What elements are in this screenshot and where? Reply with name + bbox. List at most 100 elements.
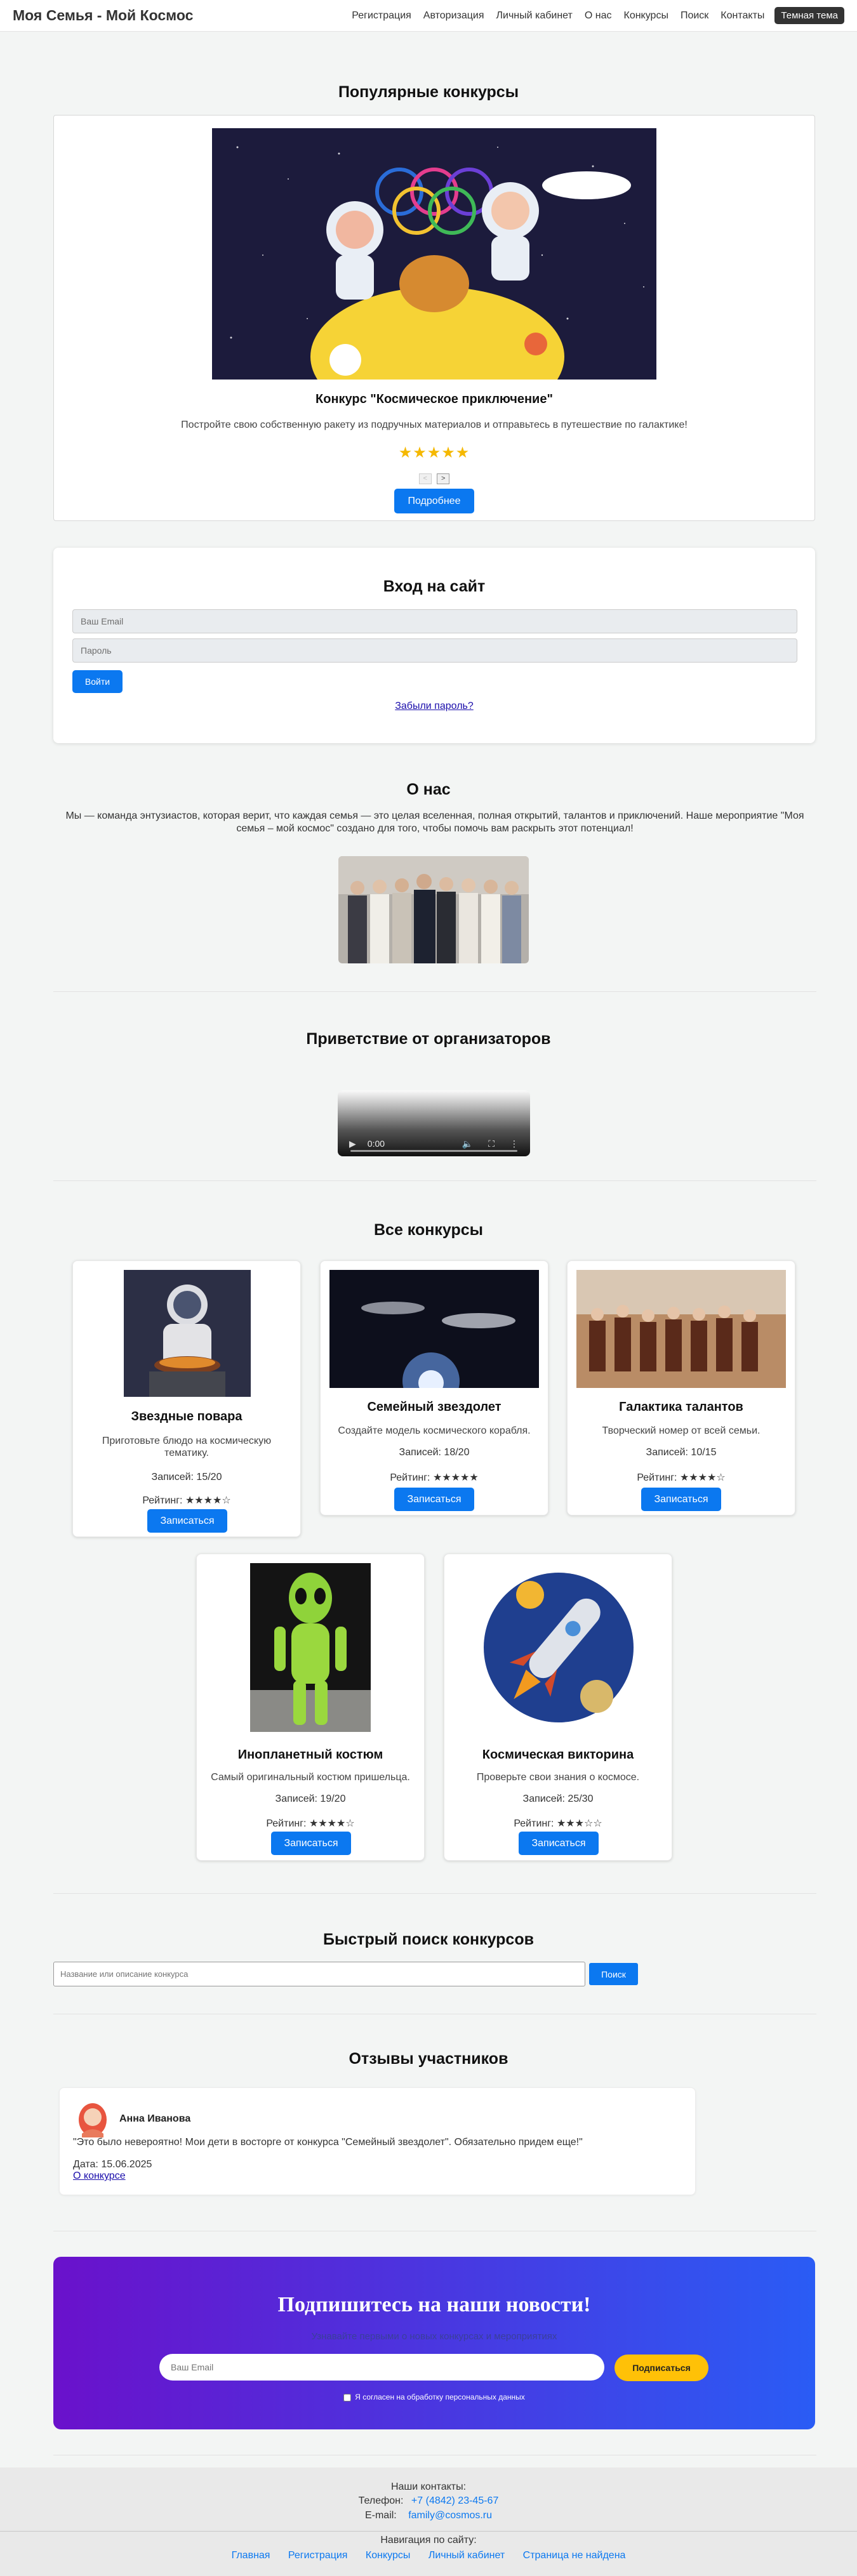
- contest-signup-button[interactable]: Записаться: [519, 1832, 599, 1855]
- video-controls: ▶ 0:00 🔈 ⛶ ⋮: [338, 1131, 530, 1156]
- contest-description: Создайте модель космического корабля.: [338, 1425, 531, 1436]
- contest-card: Инопланетный костюм Самый оригинальный к…: [196, 1554, 425, 1861]
- contest-signup-button[interactable]: Записаться: [641, 1488, 721, 1511]
- greeting-video[interactable]: ▶ 0:00 🔈 ⛶ ⋮: [338, 1090, 530, 1156]
- popular-carousel: Конкурс "Космическое приключение" Постро…: [53, 115, 815, 521]
- nav-link-login[interactable]: Авторизация: [423, 10, 484, 22]
- contest-image-family-starship: [329, 1270, 539, 1388]
- contest-description: Самый оригинальный костюм пришельца.: [211, 1772, 410, 1783]
- space-adventure-image: [212, 128, 656, 380]
- review-text: "Это было невероятно! Мои дети в восторг…: [73, 2137, 583, 2148]
- popular-contest-description: Постройте свою собственную ракету из под…: [181, 419, 688, 430]
- contest-rating: Рейтинг: ★★★★☆: [142, 1495, 231, 1506]
- login-submit-button[interactable]: Войти: [72, 670, 123, 693]
- contest-image-star-chefs: [124, 1270, 251, 1397]
- about-text: Мы — команда энтузиастов, которая верит,…: [65, 810, 804, 834]
- consent-row: Я согласен на обработку персональных дан…: [53, 2393, 815, 2401]
- greeting-heading: Приветствие от организаторов: [306, 1030, 551, 1048]
- contest-title: Семейный звездолет: [367, 1400, 502, 1414]
- contest-card: Космическая викторина Проверьте свои зна…: [444, 1554, 672, 1861]
- popular-contest-rating: ★★★★★: [398, 444, 470, 461]
- footer-link-not-found[interactable]: Страница не найдена: [523, 2550, 626, 2561]
- footer-phone-label: Телефон:: [358, 2495, 404, 2506]
- newsletter-email-input[interactable]: [159, 2354, 604, 2381]
- dark-theme-button[interactable]: Темная тема: [774, 7, 844, 24]
- about-heading: О нас: [406, 781, 451, 798]
- contest-description: Творческий номер от всей семьи.: [602, 1425, 761, 1436]
- nav-link-contests[interactable]: Конкурсы: [624, 10, 668, 22]
- contest-signup-button[interactable]: Записаться: [147, 1509, 227, 1533]
- fullscreen-icon[interactable]: ⛶: [488, 1139, 495, 1149]
- login-form: Вход на сайт Войти Забыли пароль?: [53, 548, 815, 743]
- footer-phone-row: Телефон: +7 (4842) 23-45-67: [0, 2495, 857, 2507]
- carousel-prev-button[interactable]: <: [418, 473, 432, 484]
- footer-link-home[interactable]: Главная: [232, 2550, 270, 2561]
- more-options-icon[interactable]: ⋮: [510, 1139, 519, 1149]
- site-logo[interactable]: Моя Семья - Мой Космос: [13, 7, 193, 24]
- footer-email-link[interactable]: family@cosmos.ru: [408, 2510, 492, 2521]
- contest-card: Галактика талантов Творческий номер от в…: [567, 1260, 795, 1516]
- carousel-controls: < >: [54, 472, 814, 484]
- divider: [53, 1893, 816, 1894]
- play-icon[interactable]: ▶: [349, 1139, 356, 1149]
- newsletter-block: Подпишитесь на наши новости! Узнавайте п…: [53, 2257, 815, 2429]
- contest-title: Космическая викторина: [482, 1748, 634, 1762]
- consent-checkbox[interactable]: [343, 2393, 352, 2401]
- site-header: Моя Семья - Мой Космос Регистрация Автор…: [0, 0, 857, 32]
- contest-signup-button[interactable]: Записаться: [394, 1488, 474, 1511]
- popular-more-button[interactable]: Подробнее: [394, 489, 474, 513]
- team-photo: [338, 856, 529, 963]
- footer-phone-link[interactable]: +7 (4842) 23-45-67: [411, 2495, 498, 2506]
- contest-card: Звездные повара Приготовьте блюдо на кос…: [72, 1260, 301, 1537]
- search-button[interactable]: Поиск: [589, 1963, 638, 1985]
- contest-rating: Рейтинг: ★★★☆☆: [514, 1818, 602, 1829]
- footer-divider: [0, 2531, 857, 2532]
- forgot-password-link[interactable]: Забыли пароль?: [53, 701, 815, 712]
- nav-link-register[interactable]: Регистрация: [352, 10, 411, 22]
- newsletter-title: Подпишитесь на наши новости!: [277, 2293, 591, 2316]
- contest-card: Семейный звездолет Создайте модель косми…: [320, 1260, 548, 1516]
- contest-records: Записей: 10/15: [646, 1447, 717, 1458]
- nav-link-contacts[interactable]: Контакты: [721, 10, 764, 22]
- contest-signup-button[interactable]: Записаться: [271, 1832, 351, 1855]
- contest-image-galaxy-talents: [576, 1270, 786, 1388]
- carousel-next-button[interactable]: >: [437, 473, 450, 484]
- divider: [53, 991, 816, 992]
- contest-image-alien-costume: [250, 1563, 371, 1732]
- footer-link-account[interactable]: Личный кабинет: [428, 2550, 505, 2561]
- footer-link-register[interactable]: Регистрация: [288, 2550, 348, 2561]
- footer-email-row: E-mail: family@cosmos.ru: [0, 2510, 857, 2521]
- contest-rating: Рейтинг: ★★★★★: [390, 1472, 479, 1483]
- login-password-input[interactable]: [72, 638, 797, 663]
- nav-link-about[interactable]: О нас: [585, 10, 612, 22]
- contest-title: Галактика талантов: [619, 1400, 743, 1414]
- volume-icon[interactable]: 🔈: [462, 1139, 473, 1149]
- avatar: [79, 2103, 107, 2137]
- contest-records: Записей: 19/20: [275, 1793, 346, 1804]
- review-card: Анна Иванова "Это было невероятно! Мои д…: [59, 2087, 696, 2195]
- footer-nav-title: Навигация по сайту:: [380, 2535, 477, 2546]
- contest-image-space-quiz: [476, 1563, 641, 1732]
- reviews-heading: Отзывы участников: [349, 2050, 508, 2068]
- review-date: Дата: 15.06.2025: [73, 2159, 152, 2170]
- login-title: Вход на сайт: [383, 578, 486, 595]
- footer-email-label: E-mail:: [364, 2510, 397, 2521]
- video-progress-bar[interactable]: [350, 1150, 517, 1152]
- nav-link-account[interactable]: Личный кабинет: [496, 10, 573, 22]
- footer-nav: Главная Регистрация Конкурсы Личный каби…: [0, 2550, 857, 2561]
- popular-heading: Популярные конкурсы: [338, 83, 519, 101]
- contest-search-input[interactable]: [53, 1962, 585, 1986]
- video-time: 0:00: [367, 1139, 385, 1149]
- contest-title: Инопланетный костюм: [237, 1748, 383, 1762]
- contest-title: Звездные повара: [131, 1410, 242, 1423]
- login-email-input[interactable]: [72, 609, 797, 633]
- contest-rating: Рейтинг: ★★★★☆: [637, 1472, 726, 1483]
- footer-link-contests[interactable]: Конкурсы: [366, 2550, 410, 2561]
- review-contest-link[interactable]: О конкурсе: [73, 2170, 126, 2182]
- reviewer-name: Анна Иванова: [119, 2113, 191, 2124]
- search-heading: Быстрый поиск конкурсов: [323, 1931, 534, 1948]
- contest-description: Приготовьте блюдо на космическую тематик…: [102, 1436, 272, 1458]
- nav-link-search[interactable]: Поиск: [681, 10, 708, 22]
- contests-heading: Все конкурсы: [374, 1221, 483, 1239]
- subscribe-button[interactable]: Подписаться: [615, 2355, 708, 2381]
